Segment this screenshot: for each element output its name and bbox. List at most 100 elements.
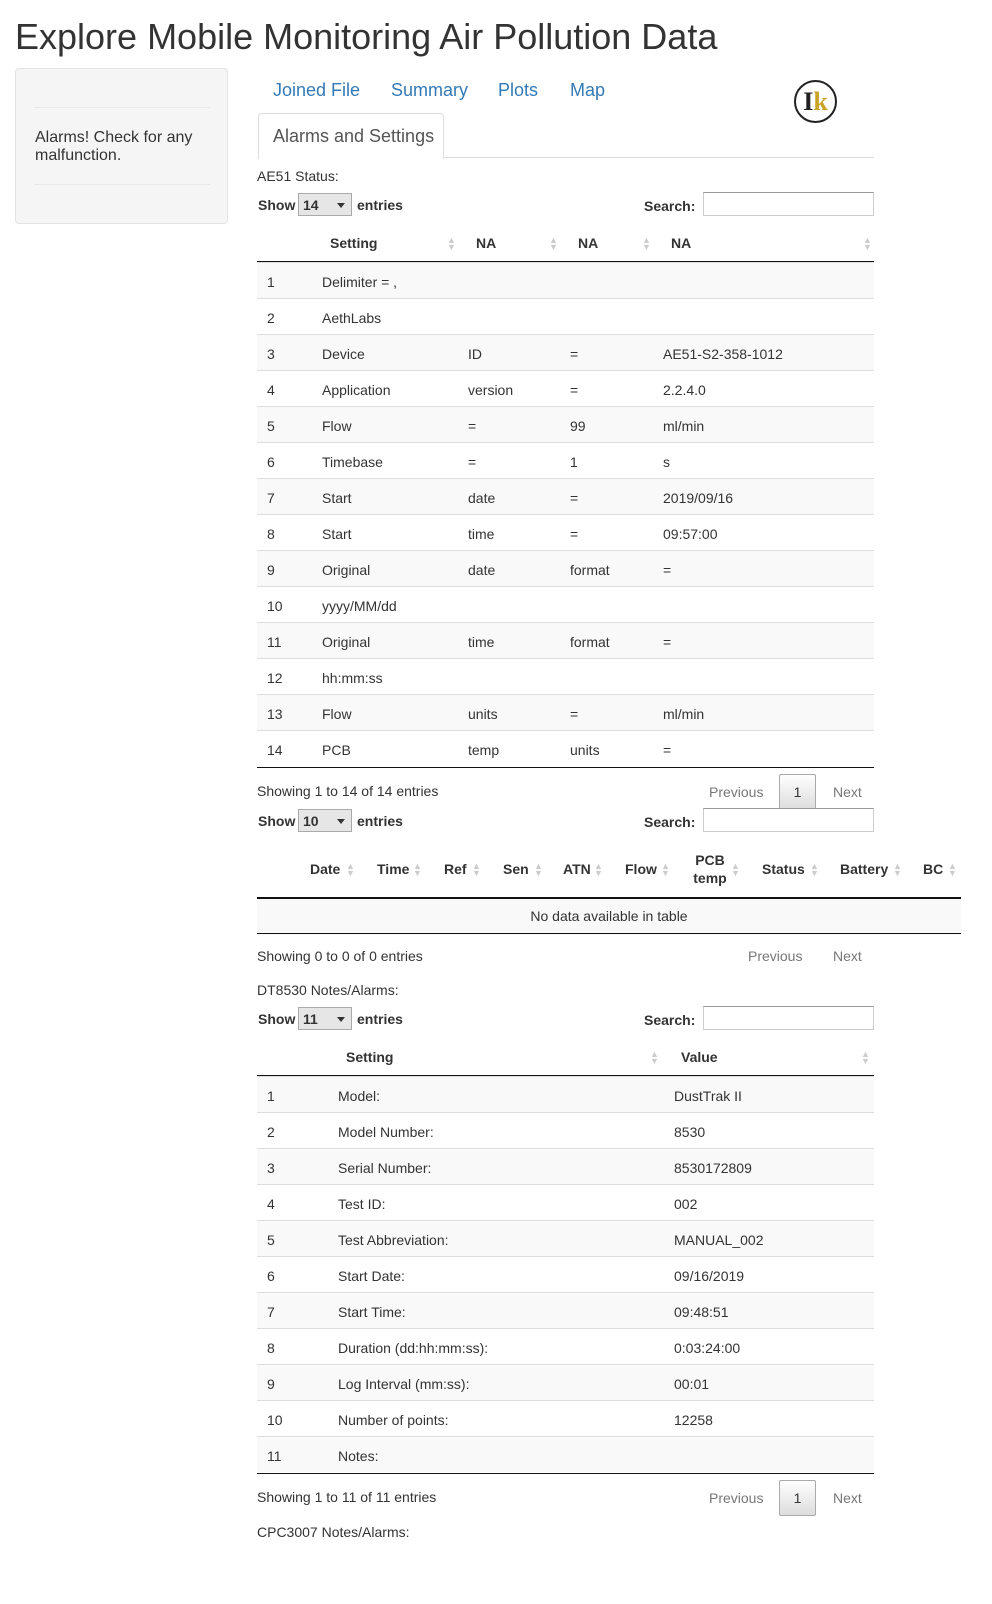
sort-icon[interactable]: ▲ ▼: [594, 862, 603, 878]
sort-icon[interactable]: ▲ ▼: [413, 862, 422, 878]
table-row: 7 Start date = 2019/09/16: [257, 478, 874, 514]
table-cell: 5: [267, 418, 275, 434]
table-cell: =: [663, 634, 672, 650]
column-header[interactable]: Date: [310, 861, 340, 877]
table-cell: =: [663, 742, 672, 758]
table-cell: 11: [267, 634, 282, 650]
table-cell: 4: [267, 1196, 275, 1212]
sort-icon[interactable]: ▲ ▼: [534, 862, 543, 878]
table-cell: 3: [267, 1160, 275, 1176]
dt8530-next-button[interactable]: Next: [833, 1490, 862, 1506]
sort-icon[interactable]: ▲ ▼: [346, 862, 355, 878]
search-label: Search:: [644, 198, 696, 214]
alarm-text: Alarms! Check for any malfunction.: [35, 129, 193, 164]
table-cell: 1: [267, 274, 275, 290]
column-header[interactable]: BC: [923, 861, 943, 877]
column-header[interactable]: Flow: [625, 861, 657, 877]
column-header[interactable]: Ref: [444, 861, 467, 877]
column-header[interactable]: NA: [578, 235, 598, 251]
dt8530-search-input[interactable]: [703, 1006, 874, 1030]
data-next-button[interactable]: Next: [833, 948, 862, 964]
show-label: Show: [258, 813, 296, 829]
tab-map[interactable]: Map: [570, 80, 605, 101]
show-label: Show: [258, 197, 296, 213]
table-row: 12 hh:mm:ss: [257, 658, 874, 694]
sort-icon[interactable]: ▲ ▼: [650, 1050, 659, 1066]
table-bottom: [257, 933, 961, 934]
table-row: 7 Start Time: 09:48:51: [257, 1292, 874, 1328]
table-row: 5 Test Abbreviation: MANUAL_002: [257, 1220, 874, 1256]
table-cell: 2: [267, 310, 275, 326]
search-label: Search:: [644, 1012, 696, 1028]
column-header[interactable]: Setting: [346, 1049, 393, 1065]
search-label: Search:: [644, 814, 696, 830]
table-cell: date: [468, 562, 496, 578]
table-bottom: [257, 767, 874, 768]
alarm-panel: Alarms! Check for any malfunction.: [15, 68, 228, 224]
table-cell: Start Time:: [338, 1304, 406, 1320]
dt8530-previous-button[interactable]: Previous: [709, 1490, 763, 1506]
data-previous-button[interactable]: Previous: [748, 948, 802, 964]
table-cell: ml/min: [663, 418, 705, 434]
tab-summary[interactable]: Summary: [391, 80, 468, 101]
tab-plots[interactable]: Plots: [498, 80, 538, 101]
table-cell: Delimiter = ,: [322, 274, 398, 290]
table-cell: Test Abbreviation:: [338, 1232, 449, 1248]
tab-joined-file[interactable]: Joined File: [273, 80, 360, 101]
table-cell: 6: [267, 1268, 275, 1284]
table-cell: ID: [468, 346, 482, 362]
tab-divider: [443, 157, 874, 158]
ae51-previous-button[interactable]: Previous: [709, 784, 763, 800]
column-header[interactable]: NA: [476, 235, 496, 251]
column-header[interactable]: Sen: [503, 861, 529, 877]
ae51-length-select[interactable]: 14: [298, 193, 352, 216]
table-cell: =: [570, 706, 579, 722]
column-header[interactable]: Setting: [330, 235, 377, 251]
table-row: 11 Notes:: [257, 1436, 874, 1472]
sort-icon[interactable]: ▲ ▼: [549, 236, 558, 252]
sort-icon[interactable]: ▲ ▼: [731, 862, 740, 878]
table-cell: =: [570, 526, 579, 542]
table-cell: 00:01: [674, 1376, 710, 1392]
sort-icon[interactable]: ▲ ▼: [948, 862, 957, 878]
table-row: 13 Flow units = ml/min: [257, 694, 874, 730]
ae51-next-button[interactable]: Next: [833, 784, 862, 800]
entries-label: entries: [357, 813, 403, 829]
column-header[interactable]: PCB temp: [692, 851, 728, 887]
table-row: 3 Device ID = AE51-S2-358-1012: [257, 334, 874, 370]
sort-icon[interactable]: ▲ ▼: [863, 236, 872, 252]
column-header[interactable]: Time: [377, 861, 409, 877]
table-cell: date: [468, 490, 496, 506]
dt8530-length-select[interactable]: 11: [298, 1007, 352, 1030]
sort-icon[interactable]: ▲ ▼: [861, 1050, 870, 1066]
column-header[interactable]: Value: [681, 1049, 718, 1065]
sort-icon[interactable]: ▲ ▼: [472, 862, 481, 878]
sort-icon[interactable]: ▲ ▼: [447, 236, 456, 252]
table-cell: 1: [267, 1088, 275, 1104]
page-title: Explore Mobile Monitoring Air Pollution …: [15, 16, 718, 57]
ae51-page-1-button[interactable]: 1: [779, 774, 816, 810]
table-cell: 4: [267, 382, 275, 398]
sort-icon[interactable]: ▲ ▼: [642, 236, 651, 252]
table-cell: units: [570, 742, 600, 758]
table-cell: Start: [322, 526, 352, 542]
table-cell: 12258: [674, 1412, 713, 1428]
column-header[interactable]: NA: [671, 235, 691, 251]
dt8530-info: Showing 1 to 11 of 11 entries: [257, 1489, 437, 1505]
tab-alarms-and-settings[interactable]: Alarms and Settings: [258, 113, 444, 159]
data-search-input[interactable]: [703, 808, 874, 832]
dt8530-page-1-button[interactable]: 1: [779, 1480, 816, 1516]
column-header[interactable]: ATN: [563, 861, 591, 877]
table-cell: 8530172809: [674, 1160, 752, 1176]
column-header[interactable]: Status: [762, 861, 805, 877]
ae51-search-input[interactable]: [703, 192, 874, 216]
table-cell: Duration (dd:hh:mm:ss):: [338, 1340, 489, 1356]
cpc3007-heading: CPC3007 Notes/Alarms:: [257, 1524, 410, 1540]
sort-icon[interactable]: ▲ ▼: [661, 862, 670, 878]
divider: [34, 107, 210, 108]
data-length-select[interactable]: 10: [298, 809, 352, 832]
sort-icon[interactable]: ▲ ▼: [810, 862, 819, 878]
table-cell: 99: [570, 418, 586, 434]
column-header[interactable]: Battery: [840, 861, 888, 877]
sort-icon[interactable]: ▲ ▼: [893, 862, 902, 878]
